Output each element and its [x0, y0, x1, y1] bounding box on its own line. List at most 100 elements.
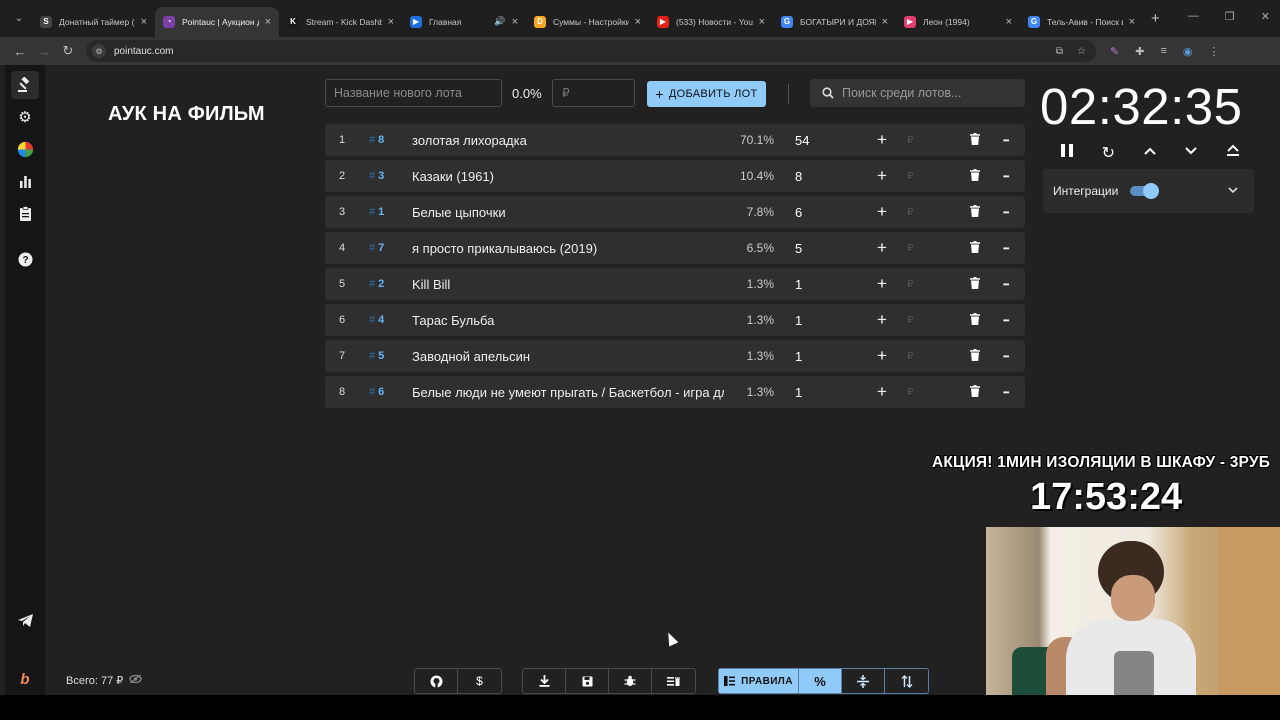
lot-delete-trash-icon[interactable]	[969, 133, 981, 147]
tab-close-icon[interactable]: ×	[1129, 16, 1135, 28]
lot-more-options-icon[interactable]: •••	[1003, 172, 1009, 181]
statistics-chart-icon[interactable]	[11, 167, 39, 195]
settings-gear-icon[interactable]: ⚙	[11, 103, 39, 131]
lot-delete-trash-icon[interactable]	[969, 385, 981, 399]
tab-close-icon[interactable]: ×	[635, 16, 641, 28]
lot-more-options-icon[interactable]: •••	[1003, 352, 1009, 361]
rules-button[interactable]: ПРАВИЛА	[719, 669, 799, 693]
lot-amount[interactable]: 1	[795, 385, 802, 400]
lot-name[interactable]: Kill Bill	[412, 277, 724, 292]
lot-delete-trash-icon[interactable]	[969, 313, 981, 327]
lot-add-bid-plus-icon[interactable]: +	[877, 382, 887, 402]
lot-add-bid-plus-icon[interactable]: +	[877, 166, 887, 186]
clear-all-icon[interactable]	[652, 669, 695, 693]
boosty-icon[interactable]: b	[11, 665, 39, 693]
lot-add-bid-plus-icon[interactable]: +	[877, 274, 887, 294]
wheel-pie-icon[interactable]	[11, 135, 39, 163]
lot-amount[interactable]: 1	[795, 349, 802, 364]
lot-more-options-icon[interactable]: •••	[1003, 208, 1009, 217]
lot-add-bid-plus-icon[interactable]: +	[877, 130, 887, 150]
browser-tab[interactable]: S Донатный таймер (п ×	[32, 7, 155, 37]
timer-increase-chevron-up-icon[interactable]	[1143, 143, 1157, 163]
lot-more-options-icon[interactable]: •••	[1003, 316, 1009, 325]
lot-delete-trash-icon[interactable]	[969, 205, 981, 219]
lot-amount[interactable]: 5	[795, 241, 802, 256]
timer-decrease-chevron-down-icon[interactable]	[1184, 143, 1198, 163]
pause-icon[interactable]	[1060, 143, 1074, 163]
download-icon[interactable]	[523, 669, 566, 693]
browser-tab[interactable]: K Stream - Kick Dashbo ×	[279, 7, 402, 37]
tab-search-icon[interactable]: ⌄	[6, 6, 32, 32]
lot-add-bid-plus-icon[interactable]: +	[877, 310, 887, 330]
lot-amount[interactable]: 1	[795, 277, 802, 292]
percent-mode-icon[interactable]: %	[799, 669, 842, 693]
forward-icon[interactable]: →	[32, 44, 56, 59]
lot-amount[interactable]: 54	[795, 133, 809, 148]
donate-dollar-icon[interactable]: $	[458, 669, 501, 693]
save-floppy-icon[interactable]	[566, 669, 609, 693]
lot-name[interactable]: Белые цыпочки	[412, 205, 724, 220]
lot-search-input[interactable]: Поиск среди лотов...	[810, 79, 1025, 107]
tab-close-icon[interactable]: ×	[512, 16, 518, 28]
browser-tab[interactable]: ▶ (533) Новости - YouT ×	[649, 7, 773, 37]
site-info-icon[interactable]: ⚙	[92, 44, 106, 58]
lot-more-options-icon[interactable]: •••	[1003, 388, 1009, 397]
browser-tab[interactable]: D Суммы - Настройки ×	[526, 7, 649, 37]
browser-tab[interactable]: ◔ Pointauc | Аукцион д ×	[155, 6, 279, 37]
lot-name[interactable]: Белые люди не умеют прыгать / Баскетбол …	[412, 385, 724, 400]
minimize-icon[interactable]: —	[1188, 10, 1199, 23]
lot-more-options-icon[interactable]: •••	[1003, 280, 1009, 289]
tab-close-icon[interactable]: ×	[388, 16, 394, 28]
tab-close-icon[interactable]: ×	[1006, 16, 1012, 28]
lot-delete-trash-icon[interactable]	[969, 169, 981, 183]
lot-more-options-icon[interactable]: •••	[1003, 244, 1009, 253]
new-lot-amount-input[interactable]: ₽	[552, 79, 635, 107]
lot-name[interactable]: я просто прикалываюсь (2019)	[412, 241, 724, 256]
lot-more-options-icon[interactable]: •••	[1003, 136, 1009, 145]
timer-max-icon[interactable]	[1226, 143, 1240, 163]
lot-delete-trash-icon[interactable]	[969, 241, 981, 255]
lot-delete-trash-icon[interactable]	[969, 349, 981, 363]
media-control-icon[interactable]: ≡	[1160, 45, 1166, 57]
history-clipboard-icon[interactable]	[11, 199, 39, 227]
omnibox[interactable]: ⚙ pointauc.com ⧉ ☆	[86, 40, 1096, 62]
tab-audio-icon[interactable]: 🔊	[494, 16, 505, 27]
browser-tab[interactable]: ▶ Леон (1994) ×	[896, 7, 1020, 37]
hide-eye-icon[interactable]	[129, 674, 142, 687]
new-lot-name-input[interactable]: Название нового лота	[325, 79, 502, 107]
maximize-icon[interactable]: ❐	[1225, 10, 1235, 23]
translate-icon[interactable]: ⧉	[1056, 46, 1063, 57]
github-icon[interactable]	[415, 669, 458, 693]
extensions-puzzle-icon[interactable]: ✚	[1135, 45, 1144, 58]
sort-arrows-icon[interactable]	[885, 669, 928, 693]
profile-avatar-icon[interactable]: ◉	[1183, 45, 1193, 58]
back-icon[interactable]: ←	[8, 44, 32, 59]
reload-icon[interactable]: ↻	[56, 43, 80, 59]
browser-tab[interactable]: G БОГАТЫРИ И ДОЯРЫ ×	[773, 7, 896, 37]
extension-pen-icon[interactable]: ✎	[1110, 45, 1119, 58]
new-tab-icon[interactable]: +	[1151, 10, 1160, 27]
lot-add-bid-plus-icon[interactable]: +	[877, 238, 887, 258]
chevron-down-icon[interactable]	[1228, 185, 1238, 197]
auction-gavel-icon[interactable]	[11, 71, 39, 99]
add-lot-button[interactable]: + ДОБАВИТЬ ЛОТ	[647, 81, 766, 107]
reset-timer-icon[interactable]: ↻	[1102, 143, 1115, 163]
lot-name[interactable]: Заводной апельсин	[412, 349, 724, 364]
tab-close-icon[interactable]: ×	[141, 16, 147, 28]
lot-name[interactable]: Казаки (1961)	[412, 169, 724, 184]
lot-add-bid-plus-icon[interactable]: +	[877, 346, 887, 366]
lot-amount[interactable]: 1	[795, 313, 802, 328]
lot-delete-trash-icon[interactable]	[969, 277, 981, 291]
integrations-toggle[interactable]	[1130, 183, 1160, 199]
bug-report-icon[interactable]	[609, 669, 652, 693]
help-question-icon[interactable]: ?	[11, 245, 39, 273]
tab-close-icon[interactable]: ×	[759, 16, 765, 28]
compact-view-icon[interactable]	[842, 669, 885, 693]
lot-add-bid-plus-icon[interactable]: +	[877, 202, 887, 222]
bookmark-star-icon[interactable]: ☆	[1077, 46, 1086, 57]
telegram-icon[interactable]	[11, 606, 39, 634]
integrations-panel[interactable]: Интеграции	[1043, 169, 1254, 213]
lot-name[interactable]: золотая лихорадка	[412, 133, 724, 148]
lot-name[interactable]: Тарас Бульба	[412, 313, 724, 328]
lot-amount[interactable]: 8	[795, 169, 802, 184]
